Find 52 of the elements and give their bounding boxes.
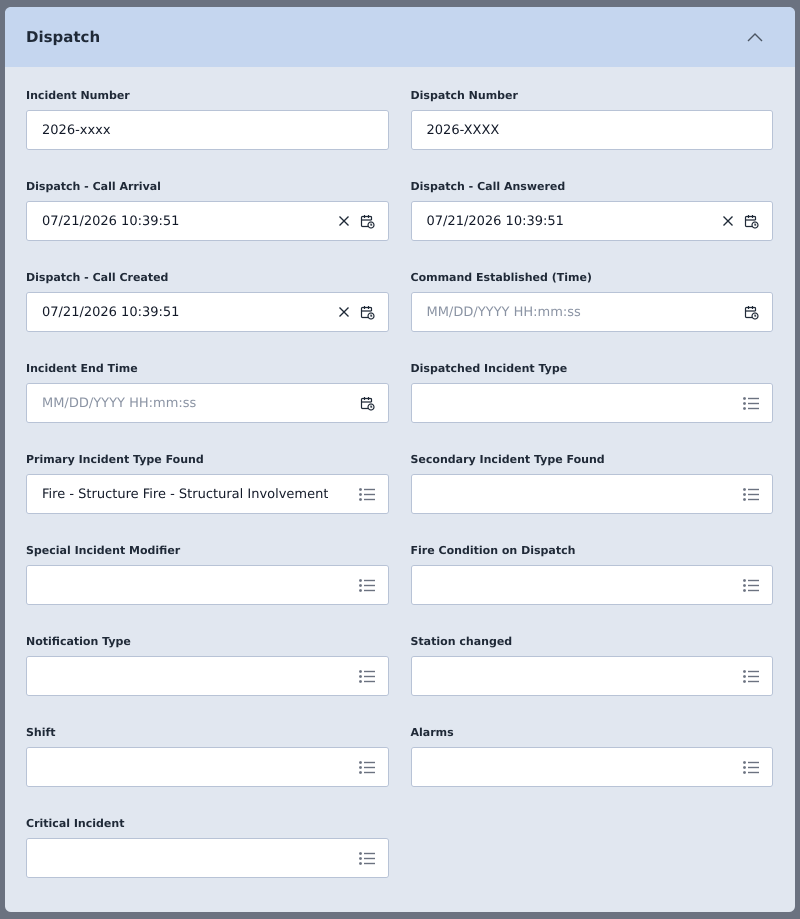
field-label: Shift [26,725,57,740]
field-label: Incident Number [26,88,131,103]
list-icon[interactable] [358,852,374,864]
field-label: Secondary Incident Type Found [410,452,606,467]
panel-title: Dispatch [26,28,100,46]
list-icon[interactable] [358,670,374,682]
select-field[interactable] [26,747,388,787]
list-icon[interactable] [743,670,759,682]
field-label: Station changed [410,634,514,649]
field-label: Dispatched Incident Type [410,361,568,376]
select-field[interactable] [410,656,773,696]
date-time-field[interactable]: 07/21/2026 10:39:51 [410,201,773,241]
date-time-field[interactable]: MM/DD/YYYY HH:mm:ss [26,383,388,423]
select-field[interactable] [410,383,773,423]
field-label: Dispatch - Call Answered [410,179,566,194]
list-icon[interactable] [743,578,759,592]
list-icon[interactable] [743,396,759,410]
list-icon[interactable] [743,760,759,774]
select-field[interactable] [410,747,773,787]
field-label: Dispatch - Call Created [26,270,170,285]
field-label: Notification Type [26,634,132,649]
field-label: Dispatch Number [410,88,519,103]
field-label: Dispatch - Call Arrival [26,179,162,194]
date-time-field[interactable]: 07/21/2026 10:39:51 [26,201,388,241]
field-label: Fire Condition on Dispatch [410,543,576,558]
input-field[interactable]: 2026-XXXX [410,110,773,150]
select-field[interactable] [410,474,773,514]
list-icon[interactable] [743,488,759,500]
field-label: Alarms [410,725,455,740]
field-label: Special Incident Modifier [26,543,182,558]
input-field[interactable]: 2026-xxxx [26,110,388,150]
field-label: Critical Incident [26,816,126,831]
date-time-field[interactable]: MM/DD/YYYY HH:mm:ss [410,292,773,332]
calendar-clock-icon[interactable] [360,304,374,320]
select-field[interactable] [26,565,388,605]
select-field[interactable] [26,656,388,696]
field-label: Command Established (Time) [410,270,593,285]
field-label: Primary Incident Type Found [26,452,205,467]
select-field[interactable] [26,838,388,878]
calendar-clock-icon[interactable] [744,214,759,228]
close-icon[interactable] [722,215,734,227]
calendar-clock-icon[interactable] [744,304,759,320]
calendar-clock-icon[interactable] [360,214,374,228]
list-icon[interactable] [358,578,374,592]
field-label: Incident End Time [26,361,139,376]
list-icon[interactable] [358,488,374,500]
select-field[interactable] [410,565,773,605]
close-icon[interactable] [338,306,350,318]
date-time-field[interactable]: 07/21/2026 10:39:51 [26,292,388,332]
calendar-clock-icon[interactable] [360,396,374,410]
list-icon[interactable] [358,760,374,774]
close-icon[interactable] [338,215,350,227]
